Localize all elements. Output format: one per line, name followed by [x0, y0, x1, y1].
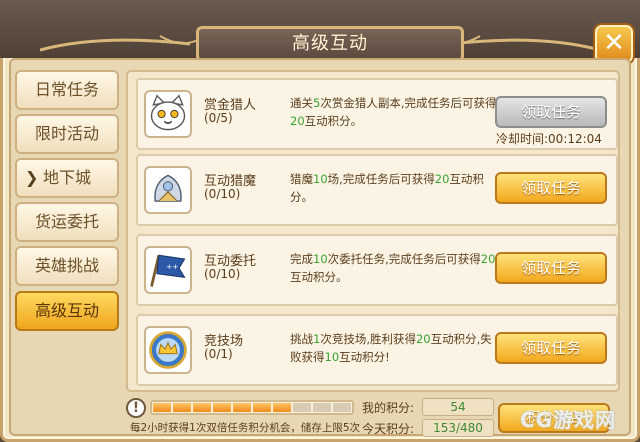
desc-number: 20	[434, 172, 450, 186]
desc-number: 10	[324, 350, 340, 364]
nav-label: 限时活动	[34, 124, 99, 143]
window-title: 高级互动	[292, 33, 368, 54]
bonus-progress-bar	[150, 400, 354, 415]
nav-label: 货运委托	[34, 212, 99, 231]
progress-segment	[293, 403, 311, 412]
crown-medal-icon	[144, 326, 192, 374]
task-row: 赏金猎人 (0/5) 通关5次赏金猎人副本,完成任务后可获得20互动积分。 领取…	[136, 78, 618, 150]
desc-number: 10	[313, 252, 328, 266]
desc-number: 20	[290, 114, 305, 128]
progress-segment	[153, 403, 171, 412]
progress-segment	[333, 403, 351, 412]
desc-text: 通关	[290, 96, 313, 110]
right-ornament-icon	[441, 35, 600, 52]
accept-task-button[interactable]: 领取任务	[495, 332, 607, 364]
nav-cargo-commission[interactable]: 货运委托	[15, 202, 119, 242]
progress-segment	[233, 403, 251, 412]
nav-label: 英雄挑战	[34, 256, 99, 275]
armor-helmet-icon	[144, 166, 192, 214]
progress-segment	[273, 403, 291, 412]
progress-segment	[253, 403, 271, 412]
accept-task-button[interactable]: 领取任务	[495, 252, 607, 284]
close-icon: ✕	[603, 28, 625, 58]
alert-icon[interactable]: !	[126, 398, 146, 418]
task-progress: (0/10)	[204, 267, 241, 281]
nav-hero-challenge[interactable]: 英雄挑战	[15, 246, 119, 286]
task-description: 完成10次委托任务,完成任务后可获得20 互动积分。	[290, 250, 500, 286]
desc-text: 次赏金猎人副本,完成任务后可获得	[320, 96, 497, 110]
task-description: 挑战1次竞技场,胜利获得20互动积分,失败获得10互动积分!	[290, 330, 500, 366]
desc-text: 猎魔	[290, 172, 313, 186]
progress-segment	[173, 403, 191, 412]
task-description: 猎魔10场,完成任务后可获得20互动积分。	[290, 170, 500, 206]
my-score-label: 我的积分:	[362, 401, 415, 415]
nav-limited-events[interactable]: 限时活动	[15, 114, 119, 154]
desc-number: 20	[480, 252, 496, 266]
desc-number: 10	[313, 172, 328, 186]
nav-label: 日常任务	[34, 80, 99, 99]
desc-text: 完成	[290, 252, 313, 266]
nav-label: 高级互动	[34, 301, 99, 320]
desc-text: 次竞技场,胜利获得	[320, 332, 416, 346]
task-progress: (0/1)	[204, 347, 233, 361]
task-progress: (0/10)	[204, 187, 241, 201]
progress-segment	[213, 403, 231, 412]
nav-advanced-interaction[interactable]: 高级互动	[15, 291, 119, 331]
flag-banner-icon: ++	[144, 246, 192, 294]
desc-text: 次委托任务,完成任务后可获得	[327, 252, 481, 266]
cat-face-icon	[144, 90, 192, 138]
desc-text: 互动积分。	[304, 114, 363, 128]
accept-task-button[interactable]: 领取任务	[495, 172, 607, 204]
bonus-note: 每2小时获得1次双倍任务积分机会，储存上限5次	[130, 422, 361, 434]
today-score-label: 今天积分:	[362, 422, 415, 436]
accept-task-button[interactable]: 领取任务	[495, 96, 607, 128]
window-title-plate: 高级互动	[196, 26, 464, 62]
task-row: 互动猎魔 (0/10) 猎魔10场,完成任务后可获得20互动积分。 领取任务	[136, 154, 618, 226]
task-progress: (0/5)	[204, 111, 233, 125]
desc-text: 互动积分。	[290, 270, 348, 284]
nav-daily-tasks[interactable]: 日常任务	[15, 70, 119, 110]
cooldown-timer: 冷却时间:00:12:04	[496, 132, 602, 146]
desc-text: 互动积分!	[339, 350, 390, 364]
progress-segment	[193, 403, 211, 412]
left-ornament-icon	[40, 35, 199, 52]
nav-label: 地下城	[42, 168, 91, 187]
today-score-value: 153/480	[422, 419, 494, 437]
desc-text: 场,完成任务后可获得	[327, 172, 435, 186]
chevron-right-icon: ❯	[25, 168, 39, 187]
desc-number: 20	[415, 332, 431, 346]
nav-dungeon[interactable]: ❯ 地下城	[15, 158, 119, 198]
progress-segment	[313, 403, 331, 412]
svg-text:++: ++	[166, 262, 178, 271]
task-row: ++ 互动委托 (0/10) 完成10次委托任务,完成任务后可获得20互动积分。…	[136, 234, 618, 306]
watermark: CG游戏网	[520, 408, 617, 432]
task-row: 竞技场 (0/1) 挑战1次竞技场,胜利获得20互动积分,失败获得10互动积分!…	[136, 314, 618, 386]
desc-text: 挑战	[290, 332, 313, 346]
task-description: 通关5次赏金猎人副本,完成任务后可获得20互动积分。	[290, 94, 500, 130]
my-score-value: 54	[422, 398, 494, 416]
